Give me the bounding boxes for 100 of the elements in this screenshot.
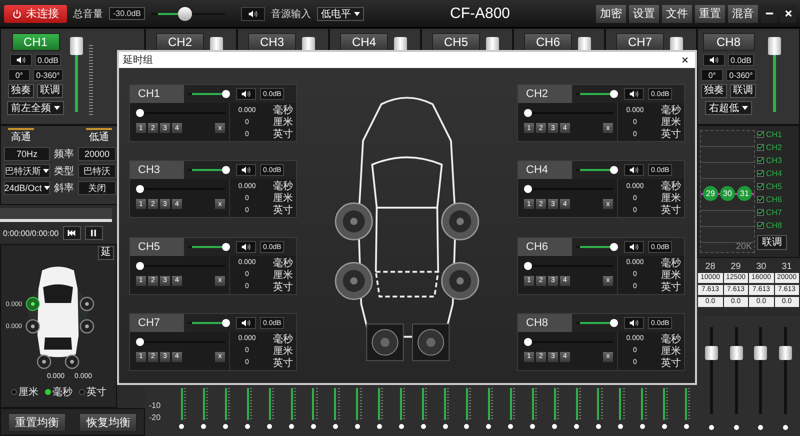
slider-thumb[interactable] — [524, 338, 532, 346]
eq-point[interactable]: 30 — [720, 186, 735, 201]
channel-checkbox[interactable]: CH5 — [757, 182, 782, 191]
mute-button[interactable] — [236, 240, 256, 253]
delay-slider[interactable] — [524, 109, 613, 117]
menu-button[interactable]: 混音 — [728, 4, 758, 22]
fader-thumb[interactable] — [70, 36, 83, 54]
previous-button[interactable] — [62, 226, 81, 240]
connect-button[interactable]: 未连接 — [4, 4, 67, 22]
slider-thumb[interactable] — [610, 242, 618, 251]
filter-dropdown[interactable]: 关闭 — [78, 181, 116, 195]
volume-slider[interactable] — [576, 90, 618, 98]
mute-button[interactable] — [624, 88, 644, 100]
high-pass-tab[interactable]: 高通 — [8, 128, 34, 144]
slider-thumb[interactable] — [610, 166, 618, 174]
fader-thumb[interactable] — [768, 36, 781, 54]
phase-range-field[interactable]: 0-360° — [726, 69, 756, 81]
delay-button[interactable]: 延 — [98, 246, 114, 260]
channel-checkbox[interactable]: CH3 — [757, 156, 782, 165]
eq-reset-button[interactable]: 重置均衡 — [8, 412, 66, 432]
mute-button[interactable] — [624, 316, 644, 329]
eq-reset-button[interactable]: 恢复均衡 — [79, 412, 138, 432]
unit-radio[interactable]: 毫秒 — [44, 385, 72, 399]
slider-thumb[interactable] — [222, 318, 230, 327]
menu-button[interactable]: 设置 — [629, 4, 659, 22]
speaker-icon — [16, 56, 26, 64]
channel-checkbox[interactable]: CH6 — [757, 195, 782, 204]
minimize-button[interactable] — [761, 4, 777, 22]
slider-thumb[interactable] — [524, 262, 532, 270]
slider-thumb[interactable] — [524, 185, 532, 194]
channel-tab[interactable]: CH6 — [524, 33, 572, 51]
slider-thumb[interactable] — [222, 242, 230, 251]
link-button[interactable]: 联调 — [730, 84, 756, 98]
gain-field[interactable]: 0.0dB — [728, 54, 754, 66]
unit-radio[interactable]: 英寸 — [78, 385, 106, 399]
channel-checkbox[interactable]: CH2 — [757, 143, 782, 152]
filter-dropdown[interactable]: 巴特沃斯 — [4, 164, 50, 178]
phase-field[interactable]: 0° — [8, 69, 30, 81]
menu-button[interactable]: 加密 — [596, 4, 626, 22]
mute-button[interactable] — [702, 54, 725, 66]
slider-thumb[interactable] — [610, 90, 618, 98]
filter-dropdown[interactable]: 24dB/Oct — [4, 181, 50, 195]
channel-tab[interactable]: CH1 — [12, 33, 60, 51]
solo-button[interactable]: 独奏 — [701, 84, 727, 98]
channel-tab[interactable]: CH2 — [156, 33, 204, 51]
slider-thumb[interactable] — [610, 318, 618, 327]
channel-checkbox[interactable]: CH7 — [757, 208, 782, 217]
slider-thumb[interactable] — [524, 109, 532, 117]
mute-button[interactable] — [624, 164, 644, 176]
delay-slider[interactable] — [136, 109, 225, 117]
channel-checkbox[interactable]: CH1 — [757, 130, 782, 139]
mute-button[interactable] — [10, 54, 32, 66]
close-button[interactable] — [780, 4, 796, 22]
filter-dropdown[interactable]: 巴特沃 — [78, 164, 116, 178]
gain-field[interactable]: 0.0dB — [34, 54, 62, 66]
solo-button[interactable]: 独奏 — [8, 84, 34, 98]
mute-button[interactable] — [624, 240, 644, 253]
link-button[interactable]: 联调 — [757, 235, 787, 250]
slider-thumb[interactable] — [222, 166, 230, 174]
eq-point[interactable]: 31 — [737, 186, 752, 201]
mute-button[interactable] — [236, 88, 256, 100]
source-dropdown[interactable]: 低电平 — [317, 6, 364, 20]
phase-range-field[interactable]: 0-360° — [33, 69, 63, 81]
fader-thumb[interactable] — [730, 346, 743, 360]
channel-checkbox[interactable]: CH8 — [757, 221, 782, 230]
slider-thumb[interactable] — [136, 185, 144, 194]
phase-field[interactable]: 0° — [701, 69, 724, 81]
mute-button[interactable] — [236, 164, 256, 176]
low-pass-tab[interactable]: 低通 — [86, 128, 112, 144]
slider-thumb[interactable] — [136, 262, 144, 270]
speaker-icon — [241, 90, 251, 98]
fader-thumb[interactable] — [754, 346, 768, 360]
fader-thumb[interactable] — [704, 346, 718, 360]
channel-tab[interactable]: CH8 — [702, 33, 754, 51]
mute-button[interactable] — [236, 316, 256, 329]
output-dropdown[interactable]: 前左全频 — [7, 101, 64, 115]
progress-bar[interactable] — [0, 208, 112, 222]
slider-thumb[interactable] — [222, 90, 230, 98]
link-button[interactable]: 联调 — [37, 84, 63, 98]
channel-tab[interactable]: CH7 — [616, 33, 664, 51]
volume-slider[interactable] — [188, 90, 230, 98]
channel-tab[interactable]: CH4 — [340, 33, 388, 51]
frequency-field[interactable]: 20000 — [78, 147, 116, 161]
eq-point[interactable]: 29 — [703, 186, 718, 201]
slider-thumb[interactable] — [136, 338, 144, 346]
channel-checkbox[interactable]: CH4 — [757, 169, 782, 178]
slider-thumb[interactable] — [178, 6, 192, 20]
unit-radio[interactable]: 厘米 — [10, 385, 38, 399]
channel-tab[interactable]: CH5 — [432, 33, 480, 51]
menu-button[interactable]: 文件 — [662, 4, 692, 22]
fader-thumb[interactable] — [779, 346, 792, 360]
volume-value-field[interactable]: -30.0dB — [109, 7, 146, 20]
output-dropdown[interactable]: 右超低 — [705, 101, 752, 115]
frequency-field[interactable]: 70Hz — [4, 147, 50, 161]
menu-button[interactable]: 重置 — [695, 4, 725, 22]
slider-thumb[interactable] — [136, 109, 144, 117]
band-header: 30 — [755, 261, 768, 271]
pause-button[interactable] — [84, 226, 103, 240]
channel-tab[interactable]: CH3 — [248, 33, 296, 51]
mute-button[interactable] — [241, 6, 266, 20]
